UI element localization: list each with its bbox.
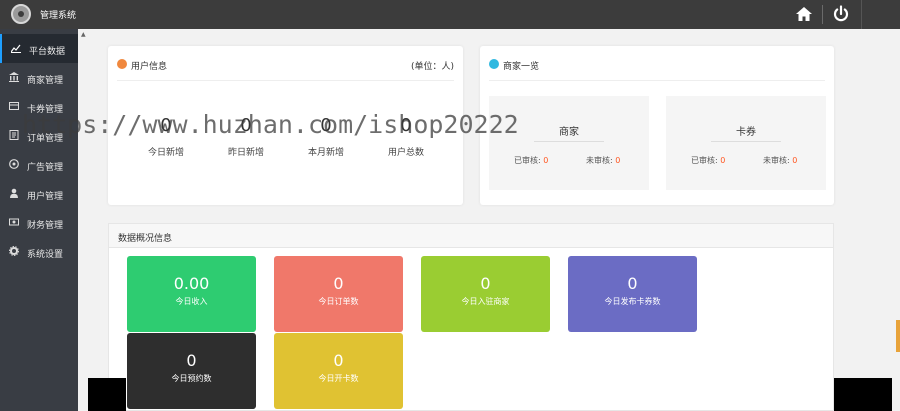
card-header: 用户信息 (单位：人) <box>117 57 454 81</box>
divider <box>534 141 604 142</box>
pending-count: 未审核: 0 <box>586 156 621 165</box>
logo-icon <box>11 4 31 24</box>
ad-icon <box>9 159 19 169</box>
approved-count: 已审核: 0 <box>691 156 726 165</box>
unit-label: (单位：人) <box>410 62 454 72</box>
top-bar: 管理系统 <box>0 0 900 29</box>
card-title: 商家一览 <box>503 62 540 72</box>
sidebar-item-label: 商家管理 <box>27 76 64 86</box>
list-icon <box>489 59 499 69</box>
watermark-text: https://www.huzhan.com/ishop20222 <box>22 110 519 139</box>
panel-header: 数据概况信息 <box>109 224 833 248</box>
stat-label: 本月新增 <box>307 148 344 158</box>
tile-income[interactable]: 0.00 今日收入 <box>127 256 256 332</box>
finance-icon <box>9 218 19 226</box>
tile-label: 今日订单数 <box>318 297 359 306</box>
stat-label: 用户总数 <box>387 148 424 158</box>
divider <box>711 141 781 142</box>
sidebar-item-label: 财务管理 <box>27 221 64 231</box>
coupon-stat-box: 卡券 已审核: 0 未审核: 0 <box>666 96 826 190</box>
tile-reservations[interactable]: 0 今日预约数 <box>127 333 256 409</box>
approved-count: 已审核: 0 <box>514 156 549 165</box>
sidebar-item-merchants[interactable]: 商家管理 <box>0 63 78 92</box>
bank-icon <box>9 72 19 82</box>
box-title: 卡券 <box>736 127 756 138</box>
user-icon <box>10 188 18 198</box>
side-tab[interactable] <box>896 320 900 352</box>
tile-coupons-published[interactable]: 0 今日发布卡券数 <box>568 256 697 332</box>
tile-value: 0 <box>186 351 197 370</box>
sidebar-item-label: 广告管理 <box>27 163 64 173</box>
header-divider <box>822 5 823 24</box>
bottom-black-bar <box>88 378 126 411</box>
pending-count: 未审核: 0 <box>763 156 798 165</box>
stat-label: 昨日新增 <box>227 148 264 158</box>
sidebar-item-label: 平台数据 <box>29 47 66 57</box>
tile-label: 今日开卡数 <box>318 374 359 383</box>
tile-value: 0 <box>480 274 491 293</box>
scroll-up-arrow[interactable]: ▲ <box>81 31 87 38</box>
sidebar-item-ads[interactable]: 广告管理 <box>0 150 78 179</box>
tile-new-merchants[interactable]: 0 今日入驻商家 <box>421 256 550 332</box>
bottom-black-bar <box>834 378 892 411</box>
chart-icon <box>11 44 21 53</box>
logout-button[interactable] <box>830 4 852 26</box>
sidebar-item-platform-data[interactable]: 平台数据 <box>0 34 78 63</box>
home-button[interactable] <box>793 4 815 26</box>
panel-title: 数据概况信息 <box>118 234 173 244</box>
card-icon <box>9 102 19 110</box>
card-header: 商家一览 <box>489 57 825 81</box>
tile-value: 0 <box>333 351 344 370</box>
header-divider <box>861 0 862 29</box>
user-icon <box>117 59 127 69</box>
card-title: 用户信息 <box>131 62 168 72</box>
power-icon <box>833 5 849 22</box>
tile-label: 今日收入 <box>175 297 208 306</box>
tile-card-openings[interactable]: 0 今日开卡数 <box>274 333 403 409</box>
tile-orders[interactable]: 0 今日订单数 <box>274 256 403 332</box>
sidebar: 平台数据 商家管理 卡券管理 订单管理 广告管理 用户管理 财务管理 系统设置 <box>0 29 78 411</box>
sidebar-item-finance[interactable]: 财务管理 <box>0 208 78 237</box>
tile-value: 0 <box>333 274 344 293</box>
tile-label: 今日预约数 <box>171 374 212 383</box>
gear-icon <box>9 246 19 256</box>
app-title: 管理系统 <box>40 11 77 21</box>
stat-label: 今日新增 <box>147 148 184 158</box>
tile-value: 0.00 <box>173 274 210 293</box>
tile-label: 今日入驻商家 <box>461 297 510 306</box>
sidebar-item-settings[interactable]: 系统设置 <box>0 237 78 266</box>
sidebar-item-label: 用户管理 <box>27 192 64 202</box>
tile-value: 0 <box>627 274 638 293</box>
sidebar-item-users[interactable]: 用户管理 <box>0 179 78 208</box>
home-icon <box>796 7 812 21</box>
tile-label: 今日发布卡券数 <box>604 297 661 306</box>
order-icon <box>9 130 19 140</box>
sidebar-item-label: 系统设置 <box>27 250 64 260</box>
